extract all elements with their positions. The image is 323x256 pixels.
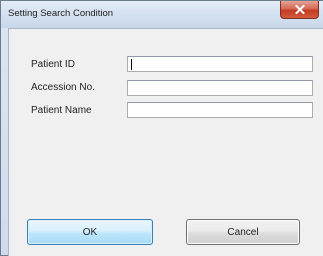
cancel-button[interactable]: Cancel xyxy=(186,219,300,245)
patient-id-input[interactable] xyxy=(127,56,313,72)
title-bar[interactable]: Setting Search Condition xyxy=(1,1,323,28)
ok-button[interactable]: OK xyxy=(27,219,153,245)
patient-name-input[interactable] xyxy=(127,102,313,118)
patient-id-label: Patient ID xyxy=(31,59,75,70)
accession-no-input[interactable] xyxy=(127,80,313,96)
accession-no-label: Accession No. xyxy=(31,82,95,93)
patient-name-label: Patient Name xyxy=(31,105,92,116)
window-title: Setting Search Condition xyxy=(8,8,114,19)
close-button[interactable] xyxy=(280,1,319,19)
close-icon xyxy=(294,5,305,14)
text-caret xyxy=(131,59,132,70)
